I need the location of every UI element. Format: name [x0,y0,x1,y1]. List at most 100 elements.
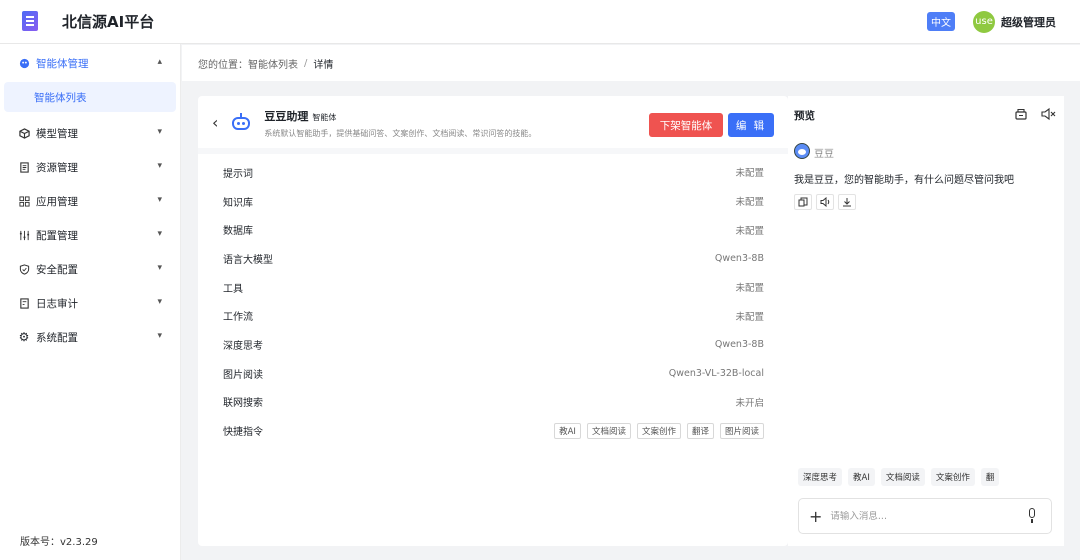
chevron-down-icon: ▾ [157,331,162,341]
config-row-workflow: 工作流 未配置 [198,301,788,330]
config-label: 联网搜索 [223,398,263,410]
sidebar-item-label: 模型管理 [36,127,78,140]
shortcut-tag: 教AI [554,422,581,439]
chevron-down-icon: ▾ [157,297,162,307]
message-actions [794,194,856,210]
sidebar-item-security-config[interactable]: 安全配置 ▾ [0,252,180,286]
microphone-icon[interactable] [1027,508,1037,524]
config-value: 未配置 [735,168,764,180]
agent-detail-panel: ‹ 豆豆助理 智能体 系统默认智能助手，提供基础问答、文案创作、文档阅读、常识问答… [198,96,788,546]
language-switch-button[interactable]: 中文 [927,12,955,31]
agent-info: 豆豆助理 智能体 系统默认智能助手，提供基础问答、文案创作、文档阅读、常识问答的技… [264,105,536,139]
quick-action-doc-reading[interactable]: 文档阅读 [880,468,925,486]
shortcut-tag: 文案创作 [636,422,681,439]
config-value: 未配置 [735,311,764,323]
app-title: 北信源AI平台 [62,13,155,31]
chevron-down-icon: ▾ [157,161,162,171]
top-header: 北信源AI平台 中文 use 超级管理员 [0,0,1080,44]
quick-action-bar: 深度思考 教AI 文档阅读 文案创作 翻 [798,468,1064,486]
message-input[interactable] [830,510,1011,522]
config-label: 数据库 [223,226,253,238]
sidebar-item-config-management[interactable]: 配置管理 ▾ [0,218,180,252]
sidebar-item-label: 资源管理 [36,161,78,174]
sliders-icon [18,229,30,241]
unpublish-agent-button[interactable]: 下架智能体 [649,113,723,137]
config-label: 工作流 [223,312,253,324]
grid-icon [18,195,30,207]
config-label: 提示词 [223,168,253,180]
back-arrow-icon[interactable]: ‹ [212,113,218,132]
config-row-image-reading: 图片阅读 Qwen3-VL-32B-local [198,359,788,388]
sidebar-item-resource-management[interactable]: 资源管理 ▾ [0,150,180,184]
config-value: Qwen3-VL-32B-local [668,367,764,379]
bot-message: 我是豆豆，您的智能助手，有什么问题尽管问我吧 [794,175,1014,186]
sidebar: 智能体管理 ▴ 智能体列表 模型管理 ▾ 资源管理 ▾ 应用管理 ▾ 配置管理 … [0,44,181,560]
config-value: 未配置 [735,283,764,295]
robot-icon [230,113,252,131]
chevron-down-icon: ▾ [157,195,162,205]
bot-avatar [794,143,810,159]
config-label: 图片阅读 [223,369,263,381]
config-value: Qwen3-8B [714,252,764,264]
edit-button[interactable]: 编 辑 [728,113,774,137]
sidebar-item-label: 安全配置 [36,263,78,276]
chevron-down-icon: ▾ [157,127,162,137]
config-value: Qwen3-8B [714,338,764,350]
copy-icon[interactable] [794,194,812,210]
shortcut-tags: 教AI 文档阅读 文案创作 翻译 图片阅读 [554,422,764,439]
config-value: 未配置 [735,197,764,209]
mute-icon[interactable] [1040,106,1056,121]
preview-panel: 预览 豆豆 我是豆豆，您的智能助手，有什么问题尽管问我吧 深度思考 教AI 文档… [788,96,1064,546]
sidebar-item-label: 应用管理 [36,195,78,208]
config-row-llm: 语言大模型 Qwen3-8B [198,244,788,273]
sidebar-item-agent-management[interactable]: 智能体管理 ▴ [0,46,180,80]
breadcrumb-link-agent-list[interactable]: 智能体列表 [248,56,298,71]
config-value: 未开启 [735,397,764,409]
user-name[interactable]: 超级管理员 [1001,14,1056,30]
sidebar-item-log-audit[interactable]: 日志审计 ▾ [0,286,180,320]
agent-header: ‹ 豆豆助理 智能体 系统默认智能助手，提供基础问答、文案创作、文档阅读、常识问答… [198,96,788,154]
config-row-shortcuts: 快捷指令 教AI 文档阅读 文案创作 翻译 图片阅读 [198,416,788,445]
user-avatar[interactable]: use [973,10,995,33]
shortcut-tag: 翻译 [686,422,714,439]
config-label: 语言大模型 [223,254,273,266]
quick-action-teach-ai[interactable]: 教AI [848,468,875,486]
chevron-up-icon: ▴ [157,57,162,67]
quick-action-copywriting[interactable]: 文案创作 [930,468,975,486]
agent-name: 豆豆助理 [264,110,309,123]
sidebar-item-model-management[interactable]: 模型管理 ▾ [0,116,180,150]
shortcut-tag: 图片阅读 [719,422,764,439]
config-row-web-search: 联网搜索 未开启 [198,388,788,417]
sidebar-item-app-management[interactable]: 应用管理 ▾ [0,184,180,218]
sidebar-item-label: 配置管理 [36,229,78,242]
config-label: 深度思考 [223,340,263,352]
version-label: 版本号：v2.3.29 [20,537,98,548]
chevron-down-icon: ▾ [157,229,162,239]
brain-icon [18,57,30,69]
preview-title: 预览 [794,110,815,122]
sidebar-item-system-config[interactable]: ⚙ 系统配置 ▾ [0,320,180,354]
quick-action-translate[interactable]: 翻 [980,468,1000,486]
download-icon[interactable] [838,194,856,210]
header-right: 中文 use 超级管理员 [927,10,1056,33]
app-logo-icon [22,10,40,33]
sidebar-item-label: 智能体管理 [36,57,89,70]
agent-type-tag: 智能体 [312,113,337,122]
sidebar-subitem-agent-list[interactable]: 智能体列表 [4,82,176,112]
quick-action-deep-thinking[interactable]: 深度思考 [798,468,843,486]
cube-icon [18,127,30,139]
config-label: 知识库 [223,197,253,209]
config-label: 工具 [223,283,243,295]
plus-icon[interactable]: + [809,507,822,526]
chat-input-box: + [798,498,1052,534]
config-row-prompt: 提示词 未配置 [198,158,788,187]
log-icon [18,297,30,309]
config-value: 未配置 [735,225,764,237]
speaker-icon[interactable] [816,194,834,210]
breadcrumb: 您的位置： 智能体列表 / 详情 [182,45,1080,81]
gear-icon: ⚙ [18,330,30,344]
shield-icon [18,263,30,275]
agent-description: 系统默认智能助手，提供基础问答、文案创作、文档阅读、常识问答的技能。 [264,129,537,138]
clear-chat-icon[interactable] [1014,106,1028,120]
config-row-knowledge-base: 知识库 未配置 [198,187,788,216]
